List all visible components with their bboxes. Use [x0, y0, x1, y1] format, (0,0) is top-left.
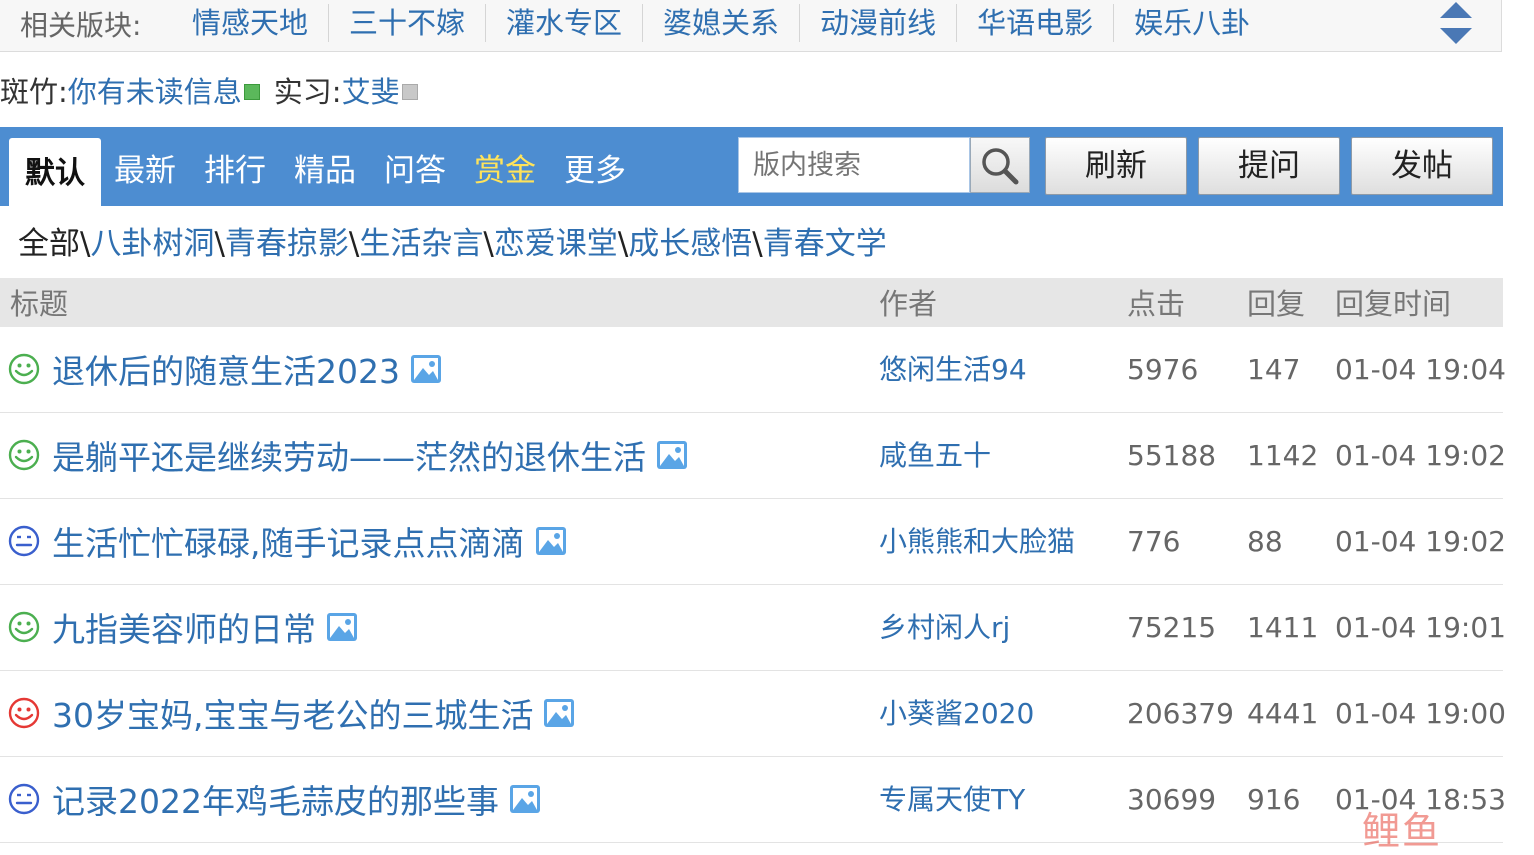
author-link[interactable]: 咸鱼五十 — [879, 413, 991, 499]
refresh-button[interactable]: 刷新 — [1045, 137, 1187, 195]
image-attachment-icon — [410, 355, 441, 383]
ask-button[interactable]: 提问 — [1198, 137, 1340, 195]
click-count: 75215 — [1127, 611, 1217, 644]
category-item[interactable]: 八卦树洞 — [90, 226, 214, 262]
intern-name-link[interactable]: 艾斐 — [342, 72, 400, 112]
category-item[interactable]: 青春掠影 — [225, 226, 349, 262]
click-count: 55188 — [1127, 439, 1217, 472]
post-button[interactable]: 发帖 — [1351, 137, 1493, 195]
tab-latest[interactable]: 最新 — [114, 127, 176, 206]
related-board-link[interactable]: 华语电影 — [957, 4, 1115, 42]
reply-count: 1142 — [1247, 439, 1319, 472]
search-button[interactable] — [970, 137, 1030, 193]
reply-time: 01-04 19:04 — [1335, 353, 1506, 386]
table-row: 是躺平还是继续劳动——茫然的退休生活 咸鱼五十 55188 1142 01-04 19:… — [0, 413, 1506, 499]
tab-more[interactable]: 更多 — [564, 127, 626, 206]
related-boards-bar: 相关版块: 情感天地 三十不嫁 灌水专区 婆媳关系 动漫前线 华语电影 娱乐八卦 — [0, 0, 1502, 52]
table-row: 记录2022年鸡毛蒜皮的那些事 专属天使TY 30699 916 01-04 18:53 — [0, 757, 1506, 843]
image-attachment-icon — [544, 699, 575, 727]
reply-count: 916 — [1247, 783, 1301, 816]
tab-default[interactable]: 默认 — [9, 138, 101, 206]
category-item[interactable]: 青春文学 — [763, 226, 887, 262]
reply-time: 01-04 19:02 — [1335, 525, 1506, 558]
related-boards-links: 情感天地 三十不嫁 灌水专区 婆媳关系 动漫前线 华语电影 娱乐八卦 — [172, 4, 1270, 42]
author-link[interactable]: 专属天使TY — [879, 757, 1025, 843]
intern-label: 实习: — [273, 75, 342, 109]
related-boards-label: 相关版块: — [20, 9, 142, 42]
mood-face-icon — [8, 439, 40, 471]
tab-qa[interactable]: 问答 — [384, 127, 446, 206]
header-author: 作者 — [879, 287, 938, 321]
unread-message-link[interactable]: 你有未读信息 — [68, 72, 242, 112]
header-clicks: 点击 — [1127, 287, 1186, 321]
related-board-link[interactable]: 三十不嫁 — [329, 4, 487, 42]
table-row: 九指美容师的日常 乡村闲人rj 75215 1411 01-04 19:01 — [0, 585, 1506, 671]
related-board-link[interactable]: 动漫前线 — [800, 4, 958, 42]
reply-time: 01-04 19:01 — [1335, 611, 1506, 644]
category-filter: 全部\八卦树洞\青春掠影\生活杂言\恋爱课堂\成长感悟\青春文学 — [18, 226, 887, 262]
related-board-link[interactable]: 娱乐八卦 — [1114, 4, 1270, 42]
reply-time: 01-04 19:02 — [1335, 439, 1506, 472]
click-count: 5976 — [1127, 353, 1199, 386]
search-icon — [982, 148, 1019, 185]
offline-status-icon — [401, 84, 418, 100]
header-title: 标题 — [10, 287, 69, 321]
table-row: 30岁宝妈,宝宝与老公的三城生活 小葵酱2020 206379 4441 01-04 1… — [0, 671, 1506, 757]
reply-count: 147 — [1247, 353, 1301, 386]
mood-face-icon — [8, 353, 40, 385]
related-board-link[interactable]: 婆媳关系 — [643, 4, 801, 42]
reply-count: 88 — [1247, 525, 1283, 558]
mood-face-icon — [8, 611, 40, 643]
thread-title-link[interactable]: 生活忙忙碌碌,随手记录点点滴滴 — [52, 517, 525, 565]
tab-bounty[interactable]: 赏金 — [474, 127, 536, 206]
reply-count: 1411 — [1247, 611, 1319, 644]
moderator-line: 斑竹: 你有未读信息 实习: 艾斐 — [0, 72, 432, 112]
host-label: 斑竹: — [0, 75, 68, 109]
tab-ranking[interactable]: 排行 — [204, 127, 266, 206]
author-link[interactable]: 小葵酱2020 — [879, 671, 1034, 757]
table-header: 标题 作者 点击 回复 回复时间 — [0, 278, 1503, 328]
online-status-icon — [243, 84, 260, 100]
table-row: 退休后的随意生活2023 悠闲生活94 5976 147 01-04 19:04 — [0, 327, 1506, 413]
image-attachment-icon — [327, 613, 357, 641]
board-search-input[interactable] — [738, 137, 970, 193]
category-item[interactable]: 生活杂言 — [359, 226, 483, 262]
category-all[interactable]: 全部 — [18, 226, 80, 262]
image-attachment-icon — [509, 785, 540, 813]
related-board-link[interactable]: 情感天地 — [172, 4, 330, 42]
author-link[interactable]: 乡村闲人rj — [879, 585, 1010, 671]
scroll-arrows-icon[interactable] — [1436, 0, 1476, 48]
thread-title-link[interactable]: 30岁宝妈,宝宝与老公的三城生活 — [52, 689, 533, 737]
click-count: 776 — [1127, 525, 1181, 558]
mood-face-icon — [8, 525, 40, 557]
thread-title-link[interactable]: 退休后的随意生活2023 — [52, 345, 400, 393]
thread-title-link[interactable]: 记录2022年鸡毛蒜皮的那些事 — [52, 775, 499, 823]
header-replies: 回复 — [1247, 287, 1306, 321]
tab-featured[interactable]: 精品 — [294, 127, 356, 206]
header-reply-time: 回复时间 — [1335, 287, 1452, 321]
mood-face-icon — [8, 697, 40, 729]
table-row: 生活忙忙碌碌,随手记录点点滴滴 小熊熊和大脸猫 776 88 01-04 19:02 — [0, 499, 1506, 585]
click-count: 30699 — [1127, 783, 1217, 816]
reply-count: 4441 — [1247, 697, 1319, 730]
image-attachment-icon — [535, 527, 566, 555]
category-item[interactable]: 成长感悟 — [628, 226, 752, 262]
thread-title-link[interactable]: 九指美容师的日常 — [52, 603, 316, 651]
category-item[interactable]: 恋爱课堂 — [494, 226, 618, 262]
click-count: 206379 — [1127, 697, 1234, 730]
author-link[interactable]: 悠闲生活94 — [879, 327, 1027, 413]
related-board-link[interactable]: 灌水专区 — [486, 4, 644, 42]
mood-face-icon — [8, 783, 40, 815]
author-link[interactable]: 小熊熊和大脸猫 — [879, 499, 1075, 585]
reply-time: 01-04 19:00 — [1335, 697, 1506, 730]
thread-title-link[interactable]: 是躺平还是继续劳动——茫然的退休生活 — [52, 431, 646, 479]
image-attachment-icon — [657, 441, 687, 469]
